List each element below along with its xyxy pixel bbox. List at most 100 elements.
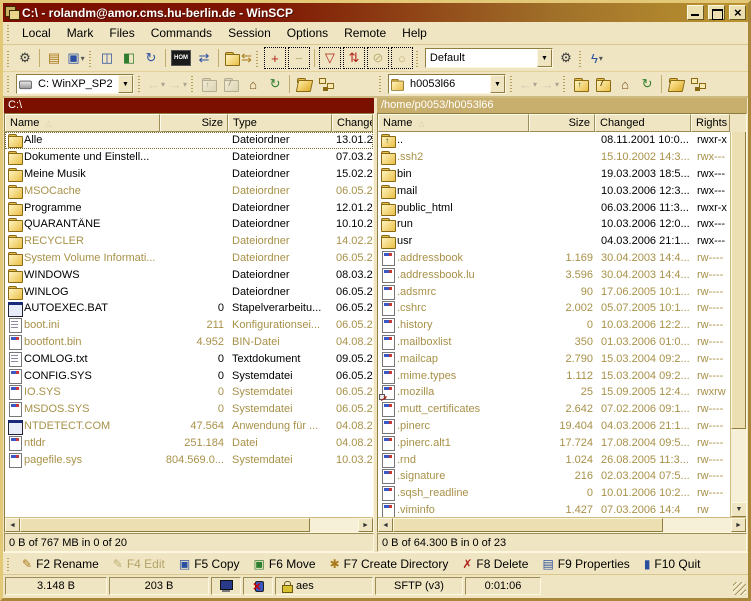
column-header-changed[interactable]: Changed bbox=[595, 114, 691, 132]
toolbar-grip[interactable] bbox=[562, 76, 567, 92]
file-row-history[interactable]: .history010.03.2006 12:2...rw---- bbox=[378, 317, 730, 334]
remote-parent-dir-icon[interactable]: ↑ bbox=[570, 73, 592, 95]
file-row-pinerc[interactable]: .pinerc19.40404.03.2006 21:1...rw---- bbox=[378, 418, 730, 435]
file-row-addressbook[interactable]: .addressbook1.16930.04.2003 14:4...rw---… bbox=[378, 250, 730, 267]
file-row-ntldr[interactable]: ntldr251.184Datei04.08.2 bbox=[5, 434, 373, 451]
toolbar-grip[interactable] bbox=[190, 76, 195, 92]
toolbar-grip[interactable] bbox=[255, 49, 260, 67]
title-bar[interactable]: C:\ - rolandm@amor.cms.hu-berlin.de - Wi… bbox=[3, 3, 748, 22]
file-row-public-html[interactable]: public_html06.03.2006 11:3...rwxr-x bbox=[378, 199, 730, 216]
scrollbar-thumb[interactable] bbox=[393, 518, 663, 532]
file-row-io-sys[interactable]: IO.SYS0Systemdatei06.05.2 bbox=[5, 384, 373, 401]
scrollbar-thumb[interactable] bbox=[731, 132, 746, 429]
file-row-winlog[interactable]: WINLOGDateiordner06.05.2 bbox=[5, 283, 373, 300]
local-drive-combo[interactable]: C: WinXP_SP2▼ bbox=[16, 74, 134, 94]
maximize-button[interactable] bbox=[708, 5, 725, 20]
scroll-left-icon[interactable]: ◄ bbox=[378, 518, 393, 532]
toolbar-grip[interactable] bbox=[6, 76, 11, 92]
file-row-bin[interactable]: bin19.03.2003 18:5...rwx--- bbox=[378, 166, 730, 183]
scroll-right-icon[interactable]: ► bbox=[731, 518, 746, 532]
remote-forward-icon[interactable]: →▾ bbox=[539, 73, 561, 95]
fkey-f9-properties[interactable]: ▤F9 Properties bbox=[536, 557, 635, 571]
menu-item-session[interactable]: Session bbox=[220, 24, 279, 42]
file-row-programme[interactable]: ProgrammeDateiordner12.01.2 bbox=[5, 199, 373, 216]
remote-home-dir-icon[interactable]: ⌂ bbox=[614, 73, 636, 95]
file-row-pinerc-alt1[interactable]: .pinerc.alt117.72417.08.2004 09:5...rw--… bbox=[378, 434, 730, 451]
close-button[interactable] bbox=[729, 5, 746, 20]
fkey-f7-create-directory[interactable]: ✱F7 Create Directory bbox=[324, 557, 455, 571]
menu-item-help[interactable]: Help bbox=[394, 24, 435, 42]
compare-directories-icon[interactable]: ◧ bbox=[118, 47, 140, 69]
file-row-msdos-sys[interactable]: MSDOS.SYS0Systemdatei06.05.2 bbox=[5, 401, 373, 418]
toolbar-grip[interactable] bbox=[137, 76, 142, 92]
notifications-cell[interactable] bbox=[243, 577, 273, 595]
console-hom-icon[interactable]: HOM bbox=[169, 47, 193, 69]
toolbar-grip[interactable] bbox=[378, 76, 383, 92]
local-open-dir-icon[interactable] bbox=[293, 73, 315, 95]
file-row-quarant-ne[interactable]: QUARANTÄNEDateiordner10.10.2 bbox=[5, 216, 373, 233]
local-forward-icon[interactable]: →▾ bbox=[167, 73, 189, 95]
remote-horizontal-scrollbar[interactable]: ◄ ► bbox=[378, 517, 746, 532]
file-row-usr[interactable]: usr04.03.2006 21:1...rwx--- bbox=[378, 233, 730, 250]
menu-item-options[interactable]: Options bbox=[279, 24, 336, 42]
column-header-type[interactable]: Type bbox=[228, 114, 332, 132]
file-row-mime-types[interactable]: .mime.types1.11215.03.2004 09:2...rw---- bbox=[378, 367, 730, 384]
local-parent-dir-icon[interactable]: ↑ bbox=[198, 73, 220, 95]
remote-back-icon[interactable]: ←▾ bbox=[517, 73, 539, 95]
stored-sessions-icon[interactable]: ▣▾ bbox=[65, 47, 87, 69]
invert-selection-icon[interactable]: ⇅ bbox=[343, 47, 365, 69]
file-row-adsmrc[interactable]: .adsmrc9017.06.2005 10:1...rw---- bbox=[378, 283, 730, 300]
console-cell[interactable] bbox=[211, 577, 241, 595]
menu-item-commands[interactable]: Commands bbox=[143, 24, 220, 42]
toolbar-grip[interactable] bbox=[509, 76, 514, 92]
chevron-down-icon[interactable]: ▼ bbox=[537, 49, 552, 67]
scroll-down-icon[interactable]: ▼ bbox=[731, 502, 746, 517]
select-none-icon[interactable]: ⊘ bbox=[367, 47, 389, 69]
unselect-files-icon[interactable]: − bbox=[288, 47, 310, 69]
local-back-icon[interactable]: ←▾ bbox=[145, 73, 167, 95]
column-header-name[interactable]: Name△ bbox=[378, 114, 529, 132]
local-root-dir-icon[interactable]: / bbox=[220, 73, 242, 95]
file-row-alle[interactable]: AlleDateiordner13.01.2 bbox=[5, 132, 373, 149]
file-row-autoexec-bat[interactable]: AUTOEXEC.BAT0Stapelverarbeitu...06.05.2 bbox=[5, 300, 373, 317]
file-row-viminfo[interactable]: .viminfo1.42707.03.2006 14:4rw bbox=[378, 502, 730, 517]
scroll-right-icon[interactable]: ► bbox=[358, 518, 373, 532]
transfer-files-icon[interactable]: ⇆ bbox=[222, 47, 254, 69]
local-path-bar[interactable]: C:\ bbox=[4, 98, 374, 113]
fkey-f6-move[interactable]: ▣F6 Move bbox=[248, 557, 322, 571]
scrollbar-thumb[interactable] bbox=[20, 518, 310, 532]
scroll-left-icon[interactable]: ◄ bbox=[5, 518, 20, 532]
menu-item-remote[interactable]: Remote bbox=[336, 24, 394, 42]
file-row-windows[interactable]: WINDOWSDateiordner08.03.2 bbox=[5, 266, 373, 283]
file-row-comlog-txt[interactable]: COMLOG.txt0Textdokument09.05.2 bbox=[5, 350, 373, 367]
toolbar-grip[interactable] bbox=[6, 556, 11, 571]
remote-root-dir-icon[interactable]: / bbox=[592, 73, 614, 95]
chevron-down-icon[interactable]: ▼ bbox=[490, 75, 505, 93]
menu-item-local[interactable]: Local bbox=[14, 24, 59, 42]
file-row-rnd[interactable]: .rnd1.02426.08.2005 11:3...rw---- bbox=[378, 451, 730, 468]
file-row-cshrc[interactable]: .cshrc2.00205.07.2005 10:1...rw---- bbox=[378, 300, 730, 317]
remote-dir-combo[interactable]: h0053l66▼ bbox=[388, 74, 506, 94]
selection-filter-icon[interactable]: ▽ bbox=[319, 47, 341, 69]
local-horizontal-scrollbar[interactable]: ◄ ► bbox=[5, 517, 373, 532]
file-row-ssh2[interactable]: .ssh215.10.2002 14:3...rwx--- bbox=[378, 149, 730, 166]
file-row-ntdetect-com[interactable]: NTDETECT.COM47.564Anwendung für ...04.08… bbox=[5, 418, 373, 435]
file-row-pagefile-sys[interactable]: pagefile.sys804.569.0...Systemdatei10.03… bbox=[5, 451, 373, 468]
file-row-bootfont-bin[interactable]: bootfont.bin4.952BIN-Datei04.08.2 bbox=[5, 334, 373, 351]
remote-path-bar[interactable]: /home/p0053/h0053l66 bbox=[377, 98, 747, 113]
local-refresh-icon[interactable]: ↻ bbox=[264, 73, 286, 95]
file-row-mutt-certificates[interactable]: .mutt_certificates2.64207.02.2006 09:1..… bbox=[378, 401, 730, 418]
remote-refresh-icon[interactable]: ↻ bbox=[636, 73, 658, 95]
column-header-name[interactable]: Name△ bbox=[5, 114, 160, 132]
file-row-mailboxlist[interactable]: .mailboxlist35001.03.2006 01:0...rw---- bbox=[378, 334, 730, 351]
local-tree-icon[interactable] bbox=[315, 73, 337, 95]
column-header-size[interactable]: Size bbox=[529, 114, 595, 132]
restore-selection-icon[interactable]: ○ bbox=[391, 47, 413, 69]
fkey-f2-rename[interactable]: ✎F2 Rename bbox=[16, 557, 105, 571]
file-row-dokumente-und-einstell[interactable]: Dokumente und Einstell...Dateiordner07.0… bbox=[5, 149, 373, 166]
menu-item-mark[interactable]: Mark bbox=[59, 24, 102, 42]
file-row-item[interactable]: ↑..08.11.2001 10:0...rwxr-x bbox=[378, 132, 730, 149]
fkey-f8-delete[interactable]: ✗F8 Delete bbox=[456, 557, 534, 571]
transfer-preferences-icon[interactable]: ⚙ bbox=[555, 47, 577, 69]
file-row-mailcap[interactable]: .mailcap2.79015.03.2004 09:2...rw---- bbox=[378, 350, 730, 367]
